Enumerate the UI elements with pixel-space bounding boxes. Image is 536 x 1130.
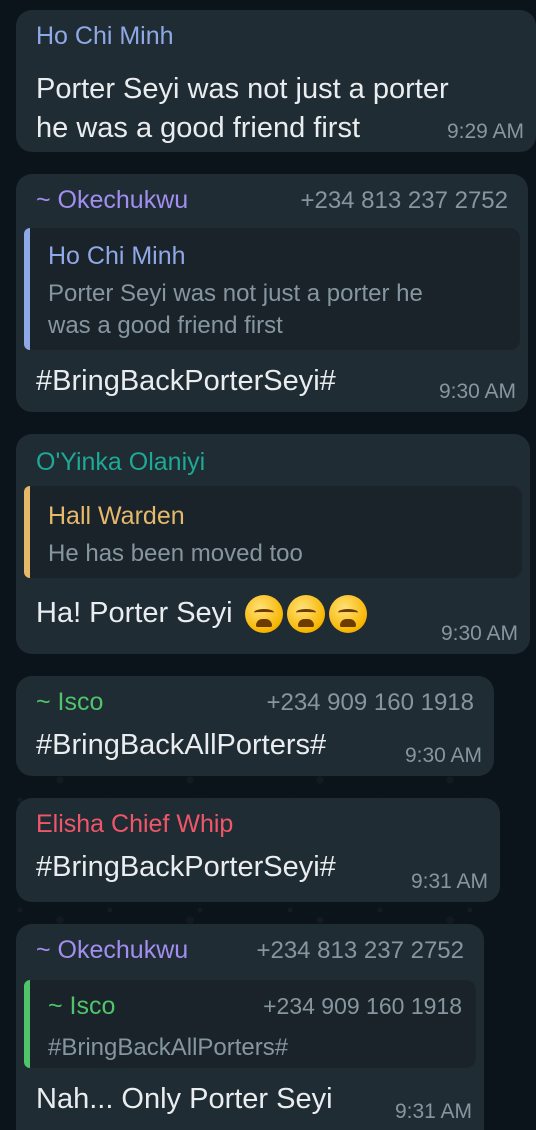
quoted-message[interactable]: Hall Warden He has been moved too [24,486,522,578]
message-time: 9:30 AM [404,744,482,767]
message-bubble[interactable]: Elisha Chief Whip #BringBackPorterSeyi# … [16,798,500,902]
quoted-line: Porter Seyi was not just a porter he [48,280,423,307]
quoted-message[interactable]: ~ Isco +234 909 160 1918 #BringBackAllPo… [24,980,476,1068]
message-text: Nah... Only Porter Seyi [36,1083,333,1115]
sender-name[interactable]: ~ Okechukwu [36,936,188,965]
message-line: he was a good friend first [36,112,361,144]
weary-face-emoji [286,595,325,634]
message-text: Ha! Porter Seyi [36,594,367,634]
message-time: 9:30 AM [438,380,516,403]
sender-name[interactable]: Elisha Chief Whip [36,810,233,839]
quoted-text: He has been moved too [48,540,303,567]
sender-phone[interactable]: +234 813 237 2752 [300,187,508,215]
message-text: #BringBackPorterSeyi# [36,365,336,397]
message-text: #BringBackPorterSeyi# [36,851,336,883]
quoted-text: #BringBackAllPorters# [48,1034,289,1061]
message-time: 9:31 AM [410,870,488,893]
message-bubble[interactable]: ~ Isco +234 909 160 1918 #BringBackAllPo… [16,676,494,776]
quote-accent-bar [24,486,30,578]
quoted-sender-row: ~ Isco +234 909 160 1918 [48,992,462,1021]
quote-accent-bar [24,228,30,350]
weary-face-emoji [244,595,283,634]
quoted-line: was a good friend first [48,312,283,339]
sender-phone[interactable]: +234 909 160 1918 [266,689,474,717]
message-time: 9:30 AM [440,622,518,645]
message-line: Porter Seyi was not just a porter [36,73,449,105]
face-holding-back-tears-emoji [328,595,367,634]
message-bubble[interactable]: O'Yinka Olaniyi Hall Warden He has been … [16,434,530,654]
message-text-content: Ha! Porter Seyi [36,597,233,629]
sender-name[interactable]: O'Yinka Olaniyi [36,448,205,477]
quoted-sender: Hall Warden [48,502,185,530]
quoted-message[interactable]: Ho Chi Minh Porter Seyi was not just a p… [24,228,520,350]
message-bubble[interactable]: ~ Okechukwu +234 813 237 2752 ~ Isco +23… [16,924,484,1130]
quoted-text: Porter Seyi was not just a porter he was… [48,278,500,342]
message-text: #BringBackAllPorters# [36,729,327,761]
message-time: 9:29 AM [446,120,524,143]
sender-phone[interactable]: +234 813 237 2752 [256,937,464,965]
quoted-sender: ~ Isco [48,992,116,1020]
quote-accent-bar [24,980,30,1068]
message-text: Porter Seyi was not just a porter he was… [36,70,449,148]
quoted-sender: Ho Chi Minh [48,242,186,270]
message-bubble[interactable]: ~ Okechukwu +234 813 237 2752 Ho Chi Min… [16,174,528,412]
sender-name[interactable]: ~ Okechukwu [36,186,188,215]
sender-name[interactable]: ~ Isco [36,688,103,717]
message-bubble[interactable]: Ho Chi Minh Porter Seyi was not just a p… [16,10,536,152]
sender-name[interactable]: Ho Chi Minh [36,22,174,51]
quoted-phone: +234 909 160 1918 [263,993,462,1019]
message-time: 9:31 AM [394,1100,472,1123]
